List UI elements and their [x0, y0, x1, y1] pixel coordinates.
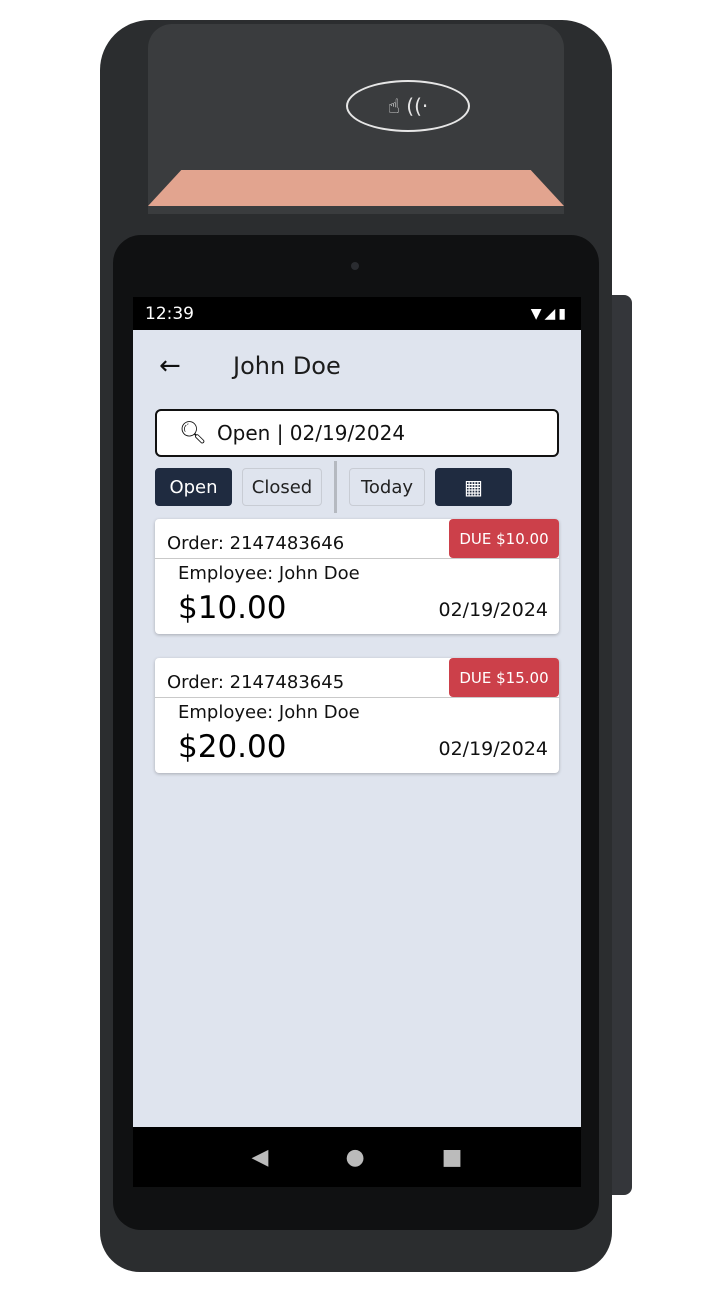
contactless-icon: ☝ ((· — [346, 80, 470, 132]
order-date: 02/19/2024 — [438, 738, 548, 760]
nav-back-icon[interactable]: ◀ — [252, 1145, 269, 1170]
app-bar: ← John Doe — [133, 330, 581, 402]
status-bar: 12:39 ▼◢▮ — [133, 297, 581, 330]
today-filter-button[interactable]: Today — [349, 468, 425, 506]
status-icons: ▼◢▮ — [531, 306, 569, 322]
battery-icon: ▮ — [558, 305, 569, 322]
navigation-bar: ◀ ● ■ — [133, 1127, 581, 1187]
brand-strip — [148, 170, 564, 206]
search-icon: 🔍︎ — [179, 420, 207, 446]
status-time: 12:39 — [145, 303, 194, 324]
filter-divider — [334, 461, 337, 513]
back-arrow-icon[interactable]: ← — [159, 351, 181, 381]
employee-name: Employee: John Doe — [178, 702, 360, 723]
open-filter-button[interactable]: Open — [155, 468, 232, 506]
order-number: Order: 2147483645 — [167, 672, 345, 693]
card-divider — [155, 558, 559, 559]
closed-filter-button[interactable]: Closed — [242, 468, 322, 506]
order-amount: $20.00 — [178, 729, 287, 765]
order-number: Order: 2147483646 — [167, 533, 345, 554]
nav-home-icon[interactable]: ● — [345, 1145, 364, 1170]
calendar-button[interactable]: ▦ — [435, 468, 512, 506]
screen: 12:39 ▼◢▮ ← John Doe 🔍︎ Open | 02/19/202… — [133, 297, 581, 1187]
employee-name: Employee: John Doe — [178, 563, 360, 584]
calendar-icon: ▦ — [464, 475, 483, 499]
search-value: Open | 02/19/2024 — [216, 421, 406, 445]
order-amount: $10.00 — [178, 590, 287, 626]
order-card[interactable]: Order: 2147483646 DUE $10.00 Employee: J… — [155, 519, 559, 634]
search-input[interactable]: 🔍︎ Open | 02/19/2024 — [155, 409, 559, 457]
card-slot — [612, 295, 632, 1195]
page-title: John Doe — [233, 352, 341, 380]
nav-recents-icon[interactable]: ■ — [442, 1145, 463, 1170]
order-card[interactable]: Order: 2147483645 DUE $15.00 Employee: J… — [155, 658, 559, 773]
card-divider — [155, 697, 559, 698]
camera-icon — [351, 262, 359, 270]
due-badge: DUE $10.00 — [449, 519, 559, 558]
order-date: 02/19/2024 — [438, 599, 548, 621]
due-badge: DUE $15.00 — [449, 658, 559, 697]
wifi-icon: ▼ — [530, 305, 545, 322]
terminal-head: ☝ ((· — [148, 24, 564, 214]
signal-icon: ◢ — [544, 305, 559, 322]
filter-bar: Open Closed Today ▦ — [155, 461, 559, 513]
